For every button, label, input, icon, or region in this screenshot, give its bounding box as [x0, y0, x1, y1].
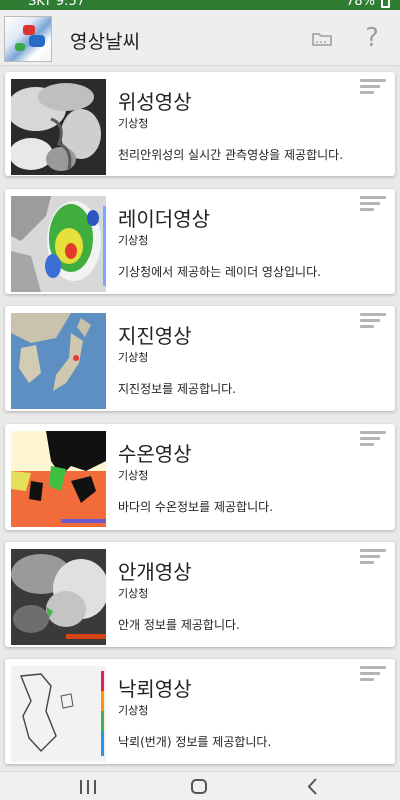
card-description: 바다의 수온정보를 제공합니다.	[118, 500, 273, 514]
card-agency: 기상청	[118, 351, 149, 364]
app-bar: 영상날씨 ?	[0, 10, 400, 66]
card-menu-icon[interactable]	[360, 431, 388, 453]
fog-image-icon	[11, 549, 106, 645]
card-menu-icon[interactable]	[360, 549, 388, 571]
satellite-image-icon	[11, 79, 106, 175]
radar-image-icon	[11, 196, 106, 292]
card-description: 기상청에서 제공하는 레이더 영상입니다.	[118, 265, 321, 279]
card-agency: 기상청	[118, 704, 149, 717]
battery-icon	[381, 0, 390, 8]
card-satellite[interactable]: 위성영상 기상청 천리안위성의 실시간 관측영상을 제공합니다.	[5, 72, 395, 176]
card-agency: 기상청	[118, 469, 149, 482]
card-description: 천리안위성의 실시간 관측영상을 제공합니다.	[118, 148, 344, 162]
app-logo	[4, 16, 52, 62]
card-title: 레이더영상	[118, 207, 210, 231]
card-title: 위성영상	[118, 90, 192, 114]
recent-apps-icon[interactable]	[80, 780, 96, 794]
card-title: 지진영상	[118, 324, 192, 348]
card-menu-icon[interactable]	[360, 79, 388, 101]
card-agency: 기상청	[118, 234, 149, 247]
card-description: 지진정보를 제공합니다.	[118, 382, 237, 396]
battery-level: 78%	[346, 0, 375, 9]
card-menu-icon[interactable]	[360, 666, 388, 688]
card-description: 낙뢰(번개) 정보를 제공합니다.	[118, 735, 272, 749]
system-nav-bar	[0, 771, 400, 800]
card-agency: 기상청	[118, 587, 149, 600]
earthquake-map-icon	[11, 313, 106, 409]
sea-temperature-map-icon	[11, 431, 106, 527]
back-icon[interactable]	[306, 778, 320, 795]
home-icon[interactable]	[191, 779, 207, 794]
help-icon[interactable]: ?	[361, 23, 383, 53]
card-title: 수온영상	[118, 442, 192, 466]
app-title: 영상날씨	[70, 31, 140, 53]
card-earthquake[interactable]: 지진영상 기상청 지진정보를 제공합니다.	[5, 306, 395, 411]
card-menu-icon[interactable]	[360, 313, 388, 335]
status-time: SKT 9:57	[28, 0, 86, 9]
card-title: 낙뢰영상	[118, 677, 192, 701]
lightning-map-icon	[11, 666, 106, 762]
card-lightning[interactable]: 낙뢰영상 기상청 낙뢰(번개) 정보를 제공합니다.	[5, 659, 395, 764]
card-radar[interactable]: 레이더영상 기상청 기상청에서 제공하는 레이더 영상입니다.	[5, 189, 395, 294]
status-right: 78%	[346, 0, 390, 9]
card-description: 안개 정보를 제공합니다.	[118, 618, 240, 632]
card-fog[interactable]: 안개영상 기상청 안개 정보를 제공합니다.	[5, 542, 395, 647]
status-bar: SKT 9:57 78%	[0, 0, 400, 10]
card-sea-temperature[interactable]: 수온영상 기상청 바다의 수온정보를 제공합니다.	[5, 424, 395, 530]
card-menu-icon[interactable]	[360, 196, 388, 218]
card-agency: 기상청	[118, 117, 149, 130]
folder-icon[interactable]	[312, 30, 332, 48]
card-title: 안개영상	[118, 560, 192, 584]
